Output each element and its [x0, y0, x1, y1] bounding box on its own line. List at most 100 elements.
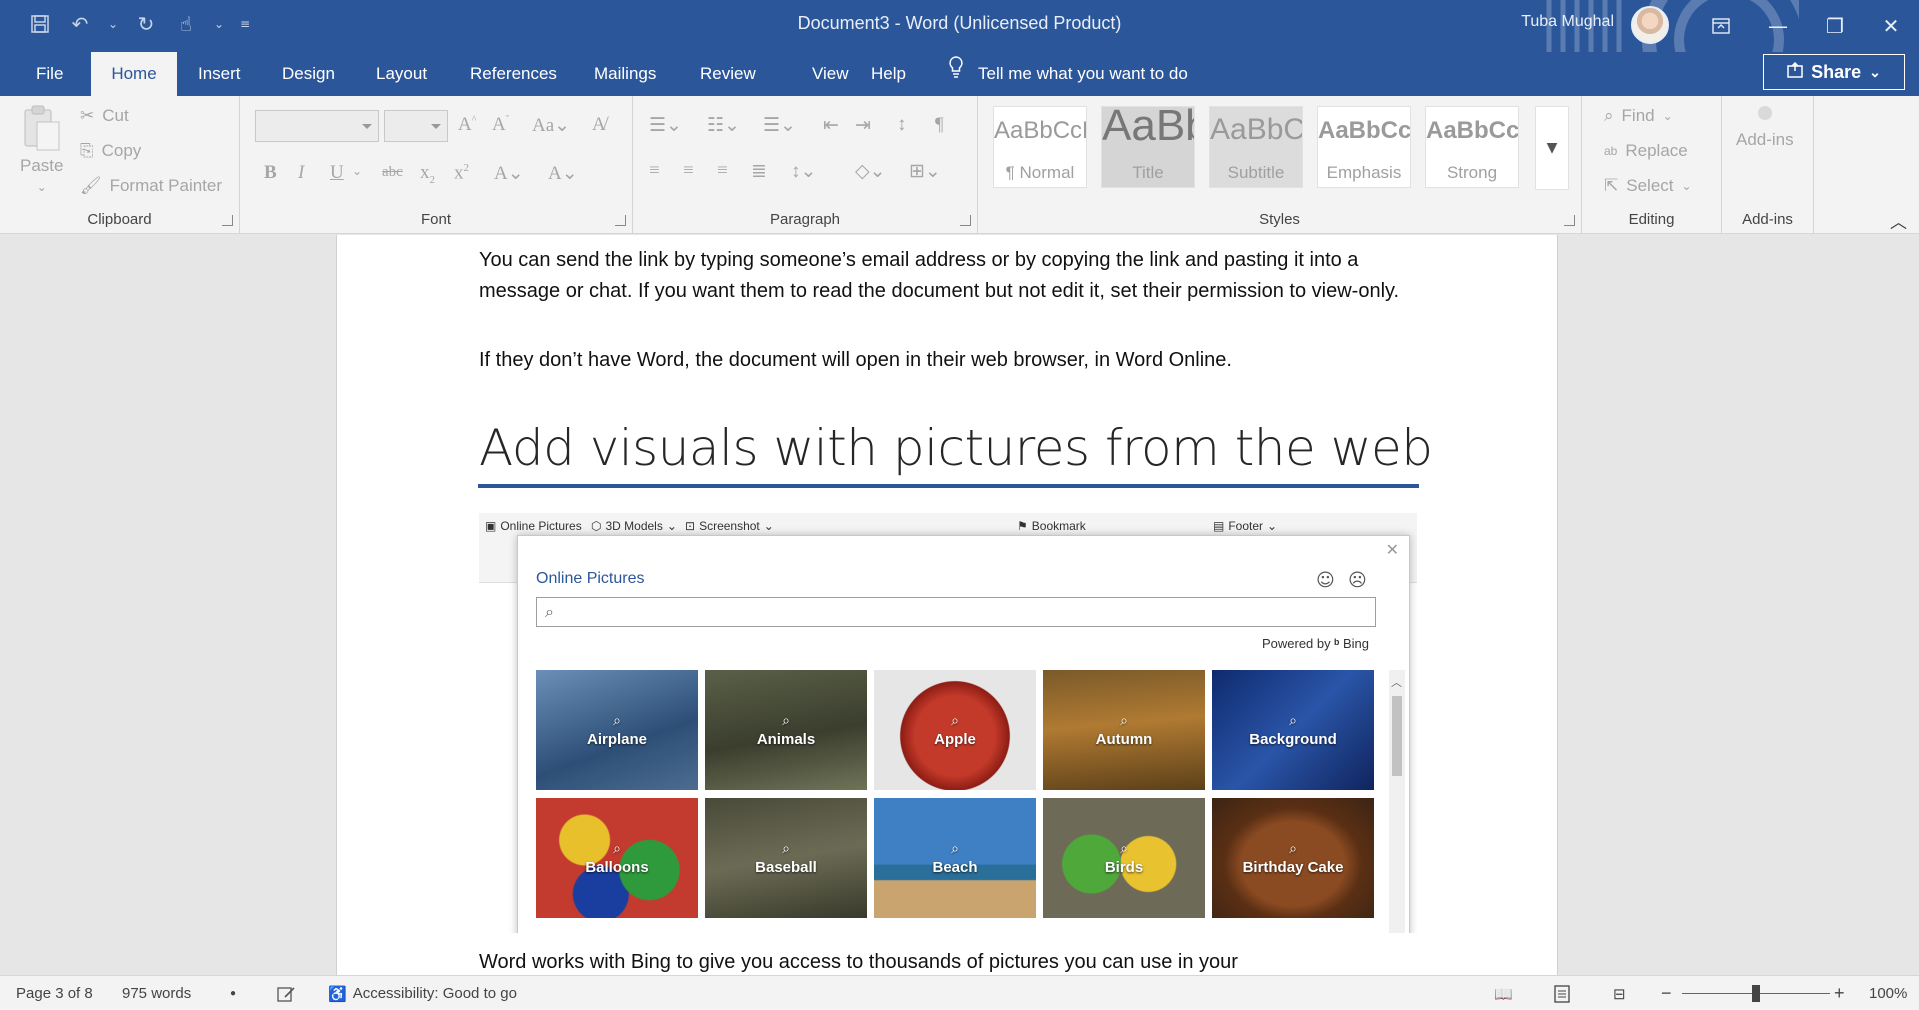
styles-dialog-launcher-icon[interactable] — [1564, 215, 1575, 226]
body-paragraph[interactable]: You can send the link by typing someone’… — [479, 245, 1419, 307]
align-left-icon[interactable]: ≡ — [649, 160, 660, 182]
grow-font-icon[interactable]: A^ — [458, 114, 476, 136]
proofing-icon[interactable] — [277, 976, 297, 1010]
zoom-slider-thumb[interactable] — [1752, 985, 1760, 1002]
change-case-icon[interactable]: Aa⌄ — [532, 114, 570, 137]
bold-icon[interactable]: B — [264, 162, 277, 184]
avatar[interactable] — [1631, 6, 1669, 44]
font-name-combo[interactable] — [255, 110, 379, 142]
word-count[interactable]: 975 words — [122, 976, 191, 1010]
touch-mode-icon[interactable]: ☝ — [172, 10, 200, 38]
addins-group-label: Add-ins — [1742, 211, 1793, 228]
tab-mailings[interactable]: Mailings — [580, 52, 670, 96]
line-spacing-icon[interactable]: ↕⌄ — [791, 160, 816, 183]
style-normal[interactable]: AaBbCcDd ¶ Normal — [993, 106, 1087, 188]
document-workspace[interactable]: You can send the link by typing someone’… — [0, 235, 1919, 975]
shading-icon[interactable]: ◇⌄ — [855, 160, 886, 183]
text-effects-icon[interactable]: A⌄ — [494, 162, 524, 185]
zoom-out-icon[interactable]: − — [1661, 976, 1672, 1010]
font-color-icon[interactable]: A⌄ — [548, 162, 578, 185]
body-paragraph[interactable]: If they don’t have Word, the document wi… — [479, 345, 1419, 376]
zoom-in-icon[interactable]: + — [1834, 976, 1845, 1010]
save-icon[interactable] — [26, 10, 54, 38]
underline-dropdown-icon[interactable]: ⌄ — [352, 164, 362, 179]
bullets-icon[interactable]: ☰⌄ — [649, 114, 682, 137]
decrease-indent-icon[interactable]: ⇤ — [823, 114, 839, 137]
tell-me-box[interactable]: Tell me what you want to do — [948, 52, 1188, 96]
embedded-picture[interactable]: ▣ Online Pictures ⬡ 3D Models ⌄ ⊡ Screenshot… — [479, 513, 1417, 933]
show-formatting-marks-icon[interactable]: ¶ — [935, 114, 944, 136]
restore-icon[interactable]: ❐ — [1807, 6, 1863, 46]
redo-icon[interactable]: ↻ — [132, 10, 160, 38]
style-subtitle[interactable]: AaBbCc Subtitle — [1209, 106, 1303, 188]
copy-button[interactable]: ⎘ Copy — [80, 141, 141, 161]
tab-view[interactable]: View — [798, 52, 863, 96]
collapse-ribbon-icon[interactable]: ︿ — [1890, 208, 1907, 233]
shrink-font-icon[interactable]: Aˇ — [492, 114, 509, 136]
print-layout-icon[interactable] — [1553, 976, 1571, 1010]
body-paragraph[interactable]: Word works with Bing to give you access … — [479, 947, 1419, 975]
italic-icon[interactable]: I — [298, 162, 304, 184]
sort-icon[interactable]: ↕ — [897, 114, 907, 136]
editing-group: ⌕ Find ⌄ ab Replace ⇱ Select ⌄ Editing — [1582, 96, 1722, 234]
zoom-level[interactable]: 100% — [1869, 976, 1907, 1010]
document-page[interactable]: You can send the link by typing someone’… — [336, 235, 1558, 975]
paragraph-dialog-launcher-icon[interactable] — [960, 215, 971, 226]
touch-dropdown-icon[interactable]: ⌄ — [212, 10, 226, 38]
increase-indent-icon[interactable]: ⇥ — [855, 114, 871, 137]
style-title[interactable]: AaBbC Title — [1101, 106, 1195, 188]
justify-icon[interactable]: ≣ — [751, 160, 767, 183]
user-name[interactable]: Tuba Mughal — [1521, 13, 1614, 31]
select-button[interactable]: ⇱ Select ⌄ — [1604, 176, 1692, 196]
align-center-icon[interactable]: ≡ — [683, 160, 694, 182]
tab-home[interactable]: Home — [91, 52, 177, 96]
cut-button[interactable]: ✂ Cut — [80, 106, 129, 126]
dialog-search-box: ⌕ — [536, 597, 1376, 627]
font-dialog-launcher-icon[interactable] — [615, 215, 626, 226]
style-emphasis[interactable]: AaBbCcD Emphasis — [1317, 106, 1411, 188]
underline-icon[interactable]: U — [330, 162, 344, 184]
style-strong[interactable]: AaBbCcD Strong — [1425, 106, 1519, 188]
web-layout-icon[interactable]: ⊟ — [1613, 976, 1626, 1010]
page-count[interactable]: Page 3 of 8 — [16, 976, 93, 1010]
tab-design[interactable]: Design — [268, 52, 349, 96]
multilevel-list-icon[interactable]: ☰⌄ — [763, 114, 796, 137]
macro-recording-icon[interactable]: ● — [230, 976, 236, 1010]
font-size-combo[interactable] — [384, 110, 448, 142]
styles-more-icon[interactable]: ▼ — [1535, 106, 1569, 190]
tab-help[interactable]: Help — [857, 52, 920, 96]
scissors-icon: ✂ — [80, 106, 95, 125]
undo-dropdown-icon[interactable]: ⌄ — [106, 10, 120, 38]
replace-button[interactable]: ab Replace — [1604, 141, 1688, 161]
share-button[interactable]: Share ⌄ — [1763, 54, 1905, 90]
read-mode-icon[interactable]: 📖 — [1494, 976, 1513, 1010]
customize-toolbar-icon[interactable]: ≡ — [238, 10, 252, 38]
subscript-icon[interactable]: x2 — [420, 162, 435, 186]
align-right-icon[interactable]: ≡ — [717, 160, 728, 182]
addins-button[interactable]: Add-ins — [1736, 106, 1794, 150]
tab-references[interactable]: References — [456, 52, 571, 96]
superscript-icon[interactable]: x2 — [454, 162, 469, 184]
accessibility-checker[interactable]: ♿ Accessibility: Good to go — [328, 976, 517, 1010]
find-button[interactable]: ⌕ Find ⌄ — [1604, 106, 1673, 126]
tab-insert[interactable]: Insert — [184, 52, 255, 96]
undo-icon[interactable]: ↶ — [66, 10, 94, 38]
minimize-icon[interactable]: — — [1750, 6, 1806, 46]
section-heading[interactable]: Add visuals with pictures from the web — [479, 419, 1433, 477]
category-tile: ⌕ Apple — [874, 670, 1036, 790]
ribbon-display-options-icon[interactable] — [1693, 6, 1749, 46]
numbering-icon[interactable]: ☷⌄ — [707, 114, 740, 137]
tab-review[interactable]: Review — [686, 52, 770, 96]
clipboard-dialog-launcher-icon[interactable] — [222, 215, 233, 226]
paste-button[interactable]: Paste ⌄ — [20, 104, 63, 194]
strikethrough-icon[interactable]: abc — [382, 164, 403, 181]
close-icon[interactable]: ✕ — [1863, 6, 1919, 46]
styles-gallery: AaBbCcDd ¶ Normal AaBbC Title AaBbCc Sub… — [993, 106, 1569, 190]
editing-group-label: Editing — [1628, 211, 1675, 228]
tab-file[interactable]: File — [22, 52, 77, 96]
clear-formatting-icon[interactable]: A̸ — [592, 114, 606, 136]
paste-label: Paste — [20, 156, 64, 175]
borders-icon[interactable]: ⊞⌄ — [909, 160, 941, 183]
format-painter-button[interactable]: 🖌 Format Painter — [80, 176, 222, 196]
tab-layout[interactable]: Layout — [362, 52, 441, 96]
